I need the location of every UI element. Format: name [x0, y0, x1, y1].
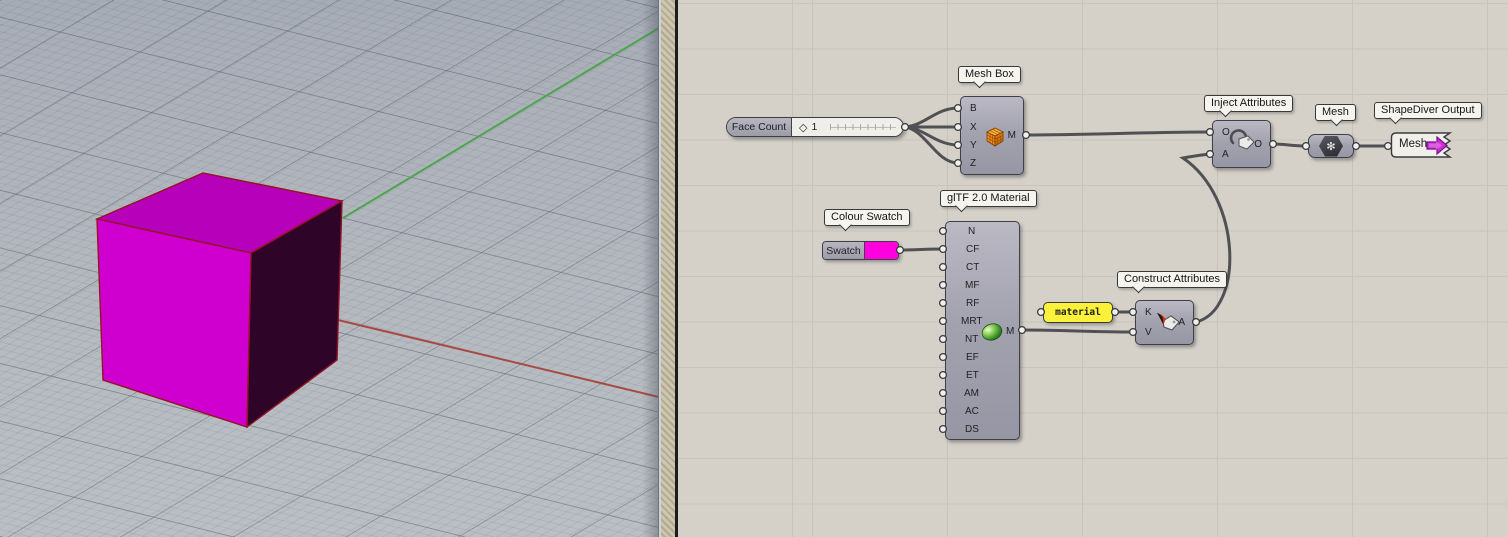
gltf-material-sphere-icon — [980, 322, 1004, 342]
slider-knob-icon[interactable]: ◇ — [799, 121, 807, 134]
shapediver-output-tooltip: ShapeDiver Output — [1374, 102, 1482, 119]
wire-swatch-to-cf — [900, 249, 943, 250]
inject-attributes-component[interactable]: O A O — [1212, 120, 1271, 168]
wire-slider-to-z — [905, 127, 958, 163]
construct-input-k[interactable]: K — [1145, 307, 1152, 319]
wire-slider-to-y — [905, 127, 958, 145]
construct-attributes-icon — [1153, 311, 1181, 335]
wire-construct-to-inject — [1183, 154, 1230, 322]
gltf-input-rf[interactable]: RF — [966, 298, 979, 310]
wire-layer — [678, 0, 1508, 537]
cube-front-face[interactable] — [97, 219, 251, 427]
panel-splitter[interactable] — [659, 0, 678, 537]
mesh-box-output-m[interactable]: M — [1008, 130, 1016, 142]
mesh-box-tooltip: Mesh Box — [958, 66, 1021, 83]
gltf-output-m[interactable]: M — [1006, 326, 1014, 338]
mesh-box-input-y[interactable]: Y — [970, 140, 977, 152]
shapediver-output-label: Mesh — [1399, 138, 1427, 150]
construct-attributes-component[interactable]: K V A — [1135, 300, 1194, 345]
x-axis-line — [338, 320, 659, 397]
gltf-input-ef[interactable]: EF — [966, 352, 979, 364]
shapediver-output-component[interactable]: Mesh — [1390, 132, 1460, 159]
gltf-input-et[interactable]: ET — [966, 370, 979, 382]
inject-attributes-icon — [1227, 127, 1259, 155]
gltf-input-ac[interactable]: AC — [965, 406, 979, 418]
grasshopper-canvas[interactable]: Mesh Box Colour Swatch glTF 2.0 Material… — [678, 0, 1508, 537]
face-count-slider[interactable]: Face Count ◇ 1 — [726, 117, 904, 137]
mesh-param-glyph: ✻ — [1326, 140, 1335, 153]
gltf-input-ct[interactable]: CT — [966, 262, 979, 274]
gltf-material-tooltip: glTF 2.0 Material — [940, 190, 1037, 207]
inject-attributes-tooltip: Inject Attributes — [1204, 95, 1293, 112]
wire-meshbox-to-inject — [1026, 132, 1210, 135]
gltf-input-cf[interactable]: CF — [966, 244, 979, 256]
mesh-param-tooltip: Mesh — [1315, 104, 1356, 121]
wire-inject-to-mesh — [1273, 144, 1306, 146]
gltf-input-n[interactable]: N — [968, 226, 975, 238]
mesh-box-input-z[interactable]: Z — [970, 158, 976, 170]
gltf-input-nt[interactable]: NT — [965, 334, 978, 346]
slider-value-area[interactable]: ◇ 1 — [792, 118, 903, 136]
material-panel[interactable]: material — [1043, 302, 1113, 323]
swatch-name-label: Swatch — [823, 242, 865, 259]
wire-gltf-to-v — [1022, 330, 1133, 332]
app-window: Mesh Box Colour Swatch glTF 2.0 Material… — [0, 0, 1508, 537]
mesh-box-icon — [984, 125, 1006, 147]
wire-slider-to-b — [905, 108, 958, 127]
mesh-box-input-x[interactable]: X — [970, 122, 977, 134]
y-axis-line — [343, 28, 659, 218]
construct-attributes-tooltip: Construct Attributes — [1117, 271, 1227, 288]
mesh-box-input-b[interactable]: B — [970, 103, 977, 115]
viewport-scene — [0, 0, 659, 537]
colour-swatch-tooltip: Colour Swatch — [824, 209, 910, 226]
gltf-input-mf[interactable]: MF — [965, 280, 979, 292]
colour-swatch-component[interactable]: Swatch — [822, 241, 899, 260]
slider-name-label: Face Count — [727, 118, 792, 136]
slider-value: 1 — [811, 121, 817, 133]
viewport-right-shadow — [642, 0, 659, 537]
slider-ticks — [830, 124, 896, 130]
swatch-color-well[interactable] — [865, 242, 898, 259]
mesh-param-component[interactable]: ✻ — [1308, 134, 1354, 158]
gltf-material-component[interactable]: N CF CT MF RF MRT NT EF ET AM AC DS M — [945, 221, 1020, 440]
mesh-box-component[interactable]: B X Y Z M — [960, 96, 1024, 175]
gltf-input-ds[interactable]: DS — [965, 424, 979, 436]
construct-input-v[interactable]: V — [1145, 327, 1152, 339]
mesh-param-icon: ✻ — [1319, 136, 1343, 157]
rhino-viewport[interactable] — [0, 0, 659, 537]
gltf-input-am[interactable]: AM — [964, 388, 979, 400]
cube-object[interactable] — [97, 173, 342, 427]
